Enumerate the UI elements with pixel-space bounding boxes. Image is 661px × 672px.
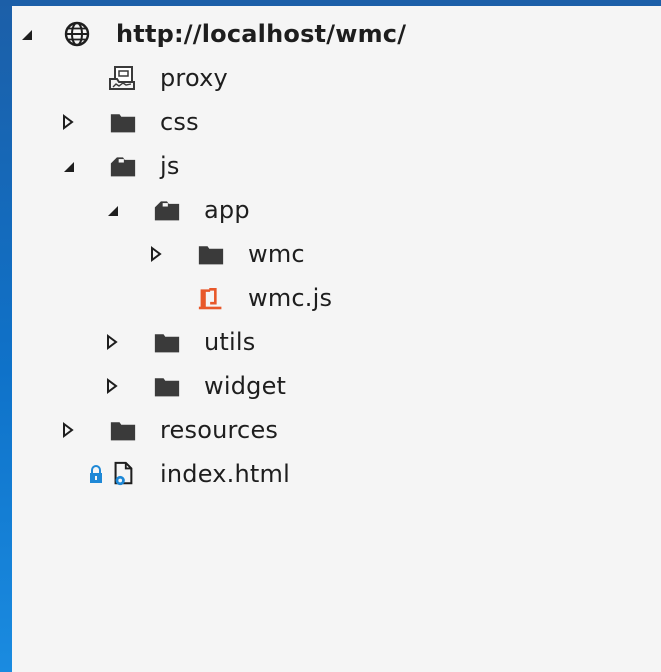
tree-node-utils[interactable]: utils: [12, 322, 661, 362]
folder-icon: [110, 417, 136, 443]
expand-arrow-icon[interactable]: [104, 378, 120, 394]
tree-node-proxy[interactable]: proxy: [12, 58, 661, 98]
tree-label-css: css: [160, 108, 199, 136]
web-folder-icon: [109, 65, 135, 91]
folder-open-icon: [154, 197, 180, 223]
tree-label-widget: widget: [204, 372, 287, 400]
tree-label-index-html: index.html: [160, 460, 290, 488]
collapse-arrow-icon[interactable]: [104, 202, 120, 218]
collapse-arrow-icon[interactable]: [18, 26, 34, 42]
tree-node-app[interactable]: app: [12, 190, 661, 230]
tree-node-css[interactable]: css: [12, 102, 661, 142]
tree-node-wmc-js[interactable]: wmc.js: [12, 278, 661, 318]
folder-icon: [198, 241, 224, 267]
expand-arrow-icon[interactable]: [60, 114, 76, 130]
tree-label-utils: utils: [204, 328, 256, 356]
tree-node-js[interactable]: js: [12, 146, 661, 186]
html-file-icon: [110, 461, 136, 487]
folder-icon: [154, 329, 180, 355]
tree-node-resources[interactable]: resources: [12, 410, 661, 450]
tree-node-wmc[interactable]: wmc: [12, 234, 661, 274]
tree-node-widget[interactable]: widget: [12, 366, 661, 406]
tree-label-wmc-js: wmc.js: [248, 284, 333, 312]
tree-label-root: http://localhost/wmc/: [116, 20, 407, 48]
globe-icon: [64, 21, 90, 47]
tree-label-app: app: [204, 196, 250, 224]
expand-arrow-icon[interactable]: [60, 422, 76, 438]
tree-label-js: js: [160, 152, 180, 180]
expand-arrow-icon[interactable]: [148, 246, 164, 262]
tree-label-resources: resources: [160, 416, 279, 444]
tree-node-root[interactable]: http://localhost/wmc/: [12, 14, 661, 54]
expand-arrow-icon[interactable]: [104, 334, 120, 350]
folder-icon: [154, 373, 180, 399]
folder-open-icon: [110, 153, 136, 179]
collapse-arrow-icon[interactable]: [60, 158, 76, 174]
tree-node-index-html[interactable]: index.html: [12, 454, 661, 494]
tree-label-proxy: proxy: [160, 64, 228, 92]
tree-label-wmc: wmc: [248, 240, 305, 268]
js-file-icon: [198, 285, 224, 311]
folder-icon: [110, 109, 136, 135]
solution-explorer-panel: http://localhost/wmc/ proxy css js app w…: [12, 6, 661, 672]
lock-icon: [88, 461, 104, 487]
